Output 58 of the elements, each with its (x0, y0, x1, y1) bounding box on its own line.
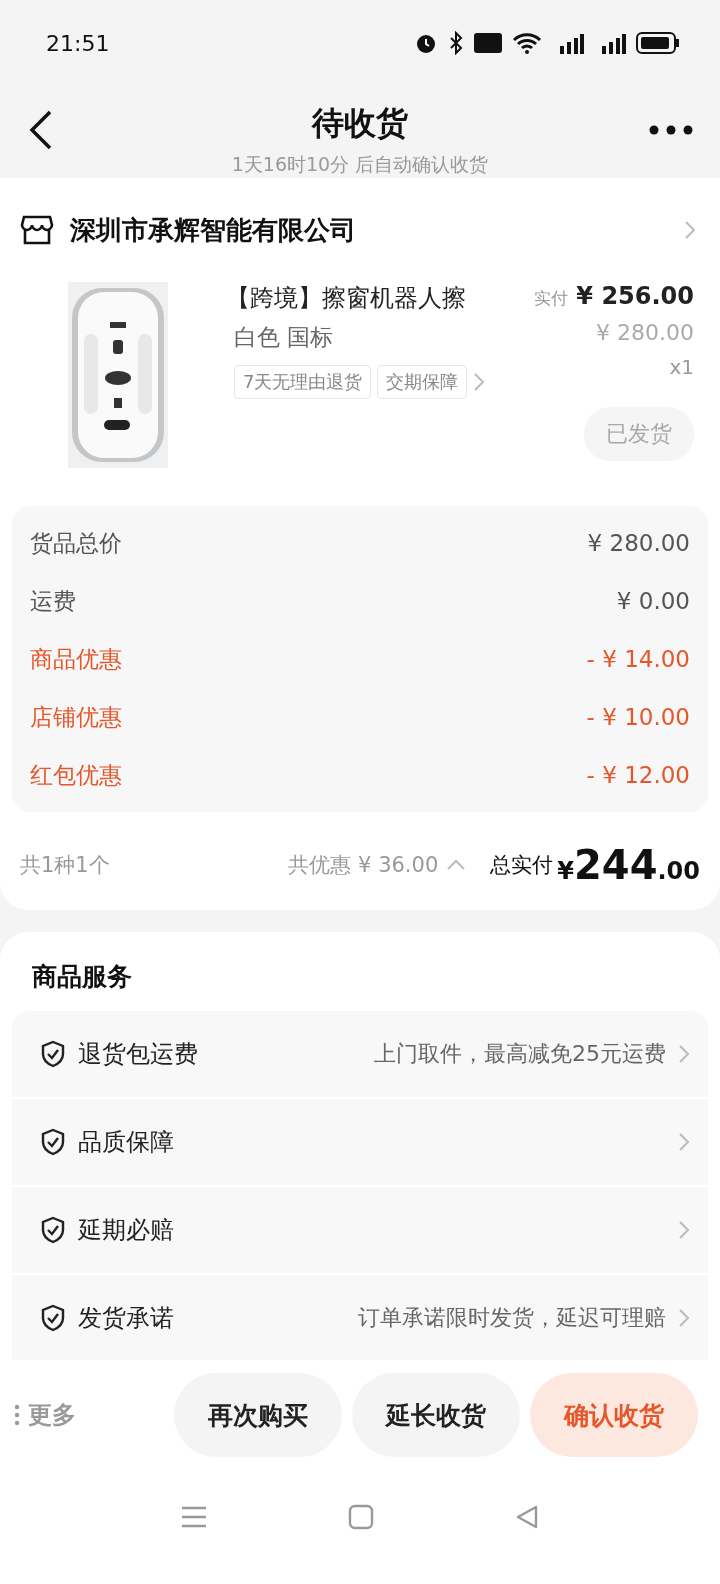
shield-check-icon (40, 1128, 66, 1156)
action-button[interactable]: 延长收货 (352, 1373, 520, 1457)
section-title: 商品服务 (31, 961, 133, 993)
chevron-up-icon[interactable] (446, 859, 467, 871)
service-row[interactable]: 品质保障 (12, 1099, 708, 1187)
menu-icon[interactable] (180, 1505, 208, 1529)
service-row[interactable]: 延期必赔 (12, 1187, 708, 1275)
total-amount: 244 (574, 842, 658, 888)
shop-name[interactable]: 深圳市承辉智能有限公司 (70, 212, 668, 248)
chevron-right-icon (473, 372, 486, 392)
service-label: 延期必赔 (78, 1215, 175, 1246)
price-value: ¥ 280.00 (587, 530, 690, 556)
more-icon[interactable] (648, 124, 694, 136)
quantity: x1 (669, 355, 694, 379)
total-label: 总实付 (490, 852, 554, 879)
shop-icon (20, 213, 54, 247)
status-time: 21:51 (46, 30, 110, 56)
shield-check-icon (40, 1304, 66, 1332)
item-count: 共1种1个 (20, 852, 111, 879)
action-button[interactable]: 再次购买 (174, 1373, 342, 1457)
price-label: 店铺优惠 (30, 702, 122, 732)
page-subtitle: 1天16时10分 后自动确认收货 (231, 152, 489, 177)
original-price: ¥ 280.00 (596, 320, 694, 345)
service-label: 品质保障 (78, 1127, 175, 1158)
price-value: - ¥ 12.00 (586, 762, 690, 788)
total-decimals: .00 (657, 857, 700, 885)
page-title: 待收货 (312, 103, 408, 144)
vertical-dots-icon (14, 1404, 20, 1426)
service-detail: 订单承诺限时发货，延迟可理赔 (358, 1304, 666, 1332)
paid-price: ¥ 256.00 (576, 282, 694, 310)
wifi-icon (512, 32, 542, 54)
product-variant: 白色 国标 (234, 323, 335, 352)
battery-icon (636, 32, 680, 54)
bluetooth-icon (448, 31, 464, 55)
service-label: 发货承诺 (78, 1303, 175, 1334)
price-label: 红包优惠 (30, 760, 122, 790)
home-icon[interactable] (348, 1504, 374, 1530)
chevron-right-icon (684, 220, 696, 240)
price-value: ¥ 0.00 (616, 588, 690, 614)
price-value: - ¥ 10.00 (586, 704, 690, 730)
currency-sign: ¥ (557, 857, 574, 885)
chevron-right-icon (678, 1220, 690, 1240)
product-title[interactable]: 【跨境】擦窗机器人擦 (226, 282, 534, 314)
shield-check-icon (40, 1216, 66, 1244)
chevron-right-icon (678, 1308, 690, 1328)
service-row[interactable]: 退货包运费 上门取件，最高减免25元运费 (12, 1011, 708, 1099)
price-label: 货品总价 (30, 528, 122, 558)
shield-check-icon (40, 1040, 66, 1068)
paid-label: 实付 (534, 287, 569, 310)
service-tag: 交期保障 (377, 365, 468, 399)
chevron-right-icon (678, 1044, 690, 1064)
service-tag: 7天无理由退货 (234, 365, 372, 399)
price-label: 商品优惠 (30, 644, 122, 674)
service-label: 退货包运费 (78, 1039, 199, 1070)
price-label: 运费 (30, 586, 76, 616)
price-value: - ¥ 14.00 (586, 646, 690, 672)
chevron-right-icon (678, 1132, 690, 1152)
service-detail: 上门取件，最高减免25元运费 (374, 1040, 666, 1068)
